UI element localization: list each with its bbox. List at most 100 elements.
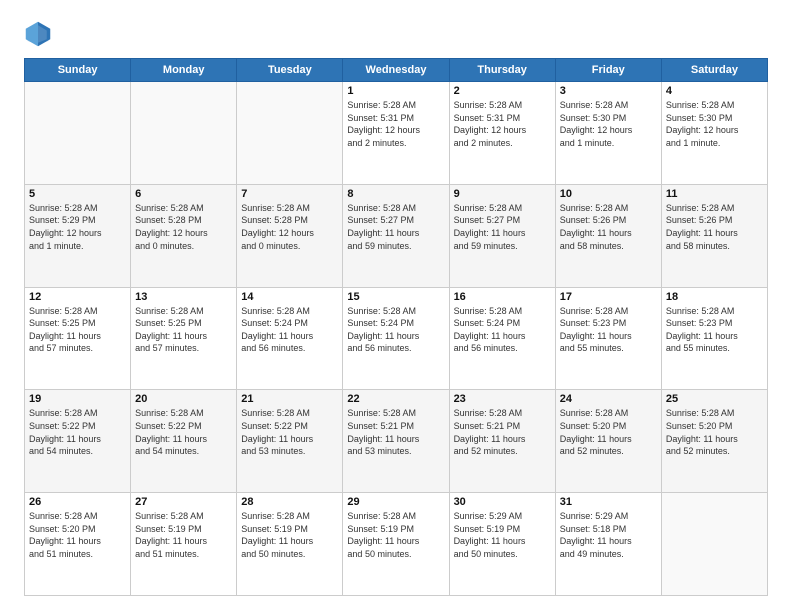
day-number: 5 bbox=[29, 188, 126, 200]
day-info: Sunrise: 5:28 AM Sunset: 5:26 PM Dayligh… bbox=[666, 202, 763, 252]
day-number: 1 bbox=[347, 85, 444, 97]
day-header-sunday: Sunday bbox=[25, 59, 131, 82]
day-number: 14 bbox=[241, 291, 338, 303]
calendar-day-18: 18 Sunrise: 5:28 AM Sunset: 5:23 PM Dayli… bbox=[661, 287, 767, 390]
calendar-day-10: 10 Sunrise: 5:28 AM Sunset: 5:26 PM Dayli… bbox=[555, 184, 661, 287]
calendar-day-5: 5Sunrise: 5:28 AM Sunset: 5:29 PM Daylig… bbox=[25, 184, 131, 287]
calendar-day-25: 25 Sunrise: 5:28 AM Sunset: 5:20 PM Dayli… bbox=[661, 390, 767, 493]
calendar-table: SundayMondayTuesdayWednesdayThursdayFrid… bbox=[24, 58, 768, 596]
day-number: 16 bbox=[454, 291, 551, 303]
day-info: Sunrise: 5:28 AM Sunset: 5:22 PM Dayligh… bbox=[29, 407, 126, 457]
day-number: 8 bbox=[347, 188, 444, 200]
calendar-day-2: 2Sunrise: 5:28 AM Sunset: 5:31 PM Daylig… bbox=[449, 82, 555, 185]
calendar-day-3: 3Sunrise: 5:28 AM Sunset: 5:30 PM Daylig… bbox=[555, 82, 661, 185]
calendar-day-4: 4Sunrise: 5:28 AM Sunset: 5:30 PM Daylig… bbox=[661, 82, 767, 185]
day-number: 23 bbox=[454, 393, 551, 405]
calendar-day-8: 8 Sunrise: 5:28 AM Sunset: 5:27 PM Daylig… bbox=[343, 184, 449, 287]
day-number: 4 bbox=[666, 85, 763, 97]
day-info: Sunrise: 5:28 AM Sunset: 5:25 PM Dayligh… bbox=[29, 305, 126, 355]
day-info: Sunrise: 5:28 AM Sunset: 5:20 PM Dayligh… bbox=[666, 407, 763, 457]
calendar-empty-cell bbox=[25, 82, 131, 185]
day-info: Sunrise: 5:28 AM Sunset: 5:21 PM Dayligh… bbox=[454, 407, 551, 457]
day-info: Sunrise: 5:29 AM Sunset: 5:19 PM Dayligh… bbox=[454, 510, 551, 560]
day-info: Sunrise: 5:28 AM Sunset: 5:28 PM Dayligh… bbox=[135, 202, 232, 252]
calendar-day-23: 23 Sunrise: 5:28 AM Sunset: 5:21 PM Dayli… bbox=[449, 390, 555, 493]
calendar-day-30: 30 Sunrise: 5:29 AM Sunset: 5:19 PM Dayli… bbox=[449, 493, 555, 596]
day-info: Sunrise: 5:28 AM Sunset: 5:30 PM Dayligh… bbox=[560, 99, 657, 149]
day-number: 28 bbox=[241, 496, 338, 508]
calendar-day-28: 28 Sunrise: 5:28 AM Sunset: 5:19 PM Dayli… bbox=[237, 493, 343, 596]
day-info: Sunrise: 5:28 AM Sunset: 5:27 PM Dayligh… bbox=[454, 202, 551, 252]
day-info: Sunrise: 5:28 AM Sunset: 5:24 PM Dayligh… bbox=[241, 305, 338, 355]
calendar-day-11: 11Sunrise: 5:28 AM Sunset: 5:26 PM Dayli… bbox=[661, 184, 767, 287]
calendar-empty-cell bbox=[661, 493, 767, 596]
day-info: Sunrise: 5:28 AM Sunset: 5:25 PM Dayligh… bbox=[135, 305, 232, 355]
day-info: Sunrise: 5:28 AM Sunset: 5:19 PM Dayligh… bbox=[241, 510, 338, 560]
calendar-day-19: 19 Sunrise: 5:28 AM Sunset: 5:22 PM Dayli… bbox=[25, 390, 131, 493]
calendar-week-1: 5Sunrise: 5:28 AM Sunset: 5:29 PM Daylig… bbox=[25, 184, 768, 287]
calendar-day-1: 1 Sunrise: 5:28 AM Sunset: 5:31 PM Daylig… bbox=[343, 82, 449, 185]
calendar-week-2: 12Sunrise: 5:28 AM Sunset: 5:25 PM Dayli… bbox=[25, 287, 768, 390]
calendar-day-12: 12Sunrise: 5:28 AM Sunset: 5:25 PM Dayli… bbox=[25, 287, 131, 390]
calendar-week-3: 19 Sunrise: 5:28 AM Sunset: 5:22 PM Dayli… bbox=[25, 390, 768, 493]
day-info: Sunrise: 5:28 AM Sunset: 5:22 PM Dayligh… bbox=[241, 407, 338, 457]
calendar-day-22: 22Sunrise: 5:28 AM Sunset: 5:21 PM Dayli… bbox=[343, 390, 449, 493]
calendar-day-27: 27Sunrise: 5:28 AM Sunset: 5:19 PM Dayli… bbox=[131, 493, 237, 596]
calendar-day-9: 9 Sunrise: 5:28 AM Sunset: 5:27 PM Daylig… bbox=[449, 184, 555, 287]
day-number: 19 bbox=[29, 393, 126, 405]
calendar-empty-cell bbox=[237, 82, 343, 185]
day-number: 13 bbox=[135, 291, 232, 303]
day-header-friday: Friday bbox=[555, 59, 661, 82]
day-info: Sunrise: 5:28 AM Sunset: 5:19 PM Dayligh… bbox=[347, 510, 444, 560]
day-number: 29 bbox=[347, 496, 444, 508]
calendar-day-13: 13 Sunrise: 5:28 AM Sunset: 5:25 PM Dayli… bbox=[131, 287, 237, 390]
day-number: 25 bbox=[666, 393, 763, 405]
day-info: Sunrise: 5:28 AM Sunset: 5:23 PM Dayligh… bbox=[666, 305, 763, 355]
calendar-week-0: 1 Sunrise: 5:28 AM Sunset: 5:31 PM Daylig… bbox=[25, 82, 768, 185]
day-info: Sunrise: 5:28 AM Sunset: 5:24 PM Dayligh… bbox=[347, 305, 444, 355]
day-number: 24 bbox=[560, 393, 657, 405]
day-info: Sunrise: 5:28 AM Sunset: 5:20 PM Dayligh… bbox=[29, 510, 126, 560]
day-info: Sunrise: 5:29 AM Sunset: 5:18 PM Dayligh… bbox=[560, 510, 657, 560]
day-info: Sunrise: 5:28 AM Sunset: 5:19 PM Dayligh… bbox=[135, 510, 232, 560]
day-header-tuesday: Tuesday bbox=[237, 59, 343, 82]
calendar-day-17: 17 Sunrise: 5:28 AM Sunset: 5:23 PM Dayli… bbox=[555, 287, 661, 390]
day-info: Sunrise: 5:28 AM Sunset: 5:26 PM Dayligh… bbox=[560, 202, 657, 252]
day-header-wednesday: Wednesday bbox=[343, 59, 449, 82]
calendar-day-29: 29 Sunrise: 5:28 AM Sunset: 5:19 PM Dayli… bbox=[343, 493, 449, 596]
calendar-empty-cell bbox=[131, 82, 237, 185]
day-number: 18 bbox=[666, 291, 763, 303]
day-number: 21 bbox=[241, 393, 338, 405]
day-number: 6 bbox=[135, 188, 232, 200]
page: SundayMondayTuesdayWednesdayThursdayFrid… bbox=[0, 0, 792, 612]
day-number: 31 bbox=[560, 496, 657, 508]
calendar-week-4: 26 Sunrise: 5:28 AM Sunset: 5:20 PM Dayli… bbox=[25, 493, 768, 596]
calendar-day-14: 14 Sunrise: 5:28 AM Sunset: 5:24 PM Dayli… bbox=[237, 287, 343, 390]
logo bbox=[24, 20, 56, 48]
calendar-day-21: 21 Sunrise: 5:28 AM Sunset: 5:22 PM Dayli… bbox=[237, 390, 343, 493]
calendar-day-6: 6 Sunrise: 5:28 AM Sunset: 5:28 PM Daylig… bbox=[131, 184, 237, 287]
calendar-day-20: 20Sunrise: 5:28 AM Sunset: 5:22 PM Dayli… bbox=[131, 390, 237, 493]
day-info: Sunrise: 5:28 AM Sunset: 5:23 PM Dayligh… bbox=[560, 305, 657, 355]
day-number: 20 bbox=[135, 393, 232, 405]
day-info: Sunrise: 5:28 AM Sunset: 5:28 PM Dayligh… bbox=[241, 202, 338, 252]
day-number: 17 bbox=[560, 291, 657, 303]
day-info: Sunrise: 5:28 AM Sunset: 5:27 PM Dayligh… bbox=[347, 202, 444, 252]
day-number: 7 bbox=[241, 188, 338, 200]
calendar-day-31: 31 Sunrise: 5:29 AM Sunset: 5:18 PM Dayli… bbox=[555, 493, 661, 596]
calendar-day-7: 7 Sunrise: 5:28 AM Sunset: 5:28 PM Daylig… bbox=[237, 184, 343, 287]
day-info: Sunrise: 5:28 AM Sunset: 5:31 PM Dayligh… bbox=[347, 99, 444, 149]
day-number: 26 bbox=[29, 496, 126, 508]
logo-icon bbox=[24, 20, 52, 48]
day-number: 15 bbox=[347, 291, 444, 303]
day-number: 22 bbox=[347, 393, 444, 405]
day-number: 9 bbox=[454, 188, 551, 200]
calendar-day-24: 24Sunrise: 5:28 AM Sunset: 5:20 PM Dayli… bbox=[555, 390, 661, 493]
day-header-thursday: Thursday bbox=[449, 59, 555, 82]
day-number: 30 bbox=[454, 496, 551, 508]
day-number: 2 bbox=[454, 85, 551, 97]
day-number: 10 bbox=[560, 188, 657, 200]
day-info: Sunrise: 5:28 AM Sunset: 5:24 PM Dayligh… bbox=[454, 305, 551, 355]
calendar-day-16: 16 Sunrise: 5:28 AM Sunset: 5:24 PM Dayli… bbox=[449, 287, 555, 390]
calendar-day-26: 26 Sunrise: 5:28 AM Sunset: 5:20 PM Dayli… bbox=[25, 493, 131, 596]
